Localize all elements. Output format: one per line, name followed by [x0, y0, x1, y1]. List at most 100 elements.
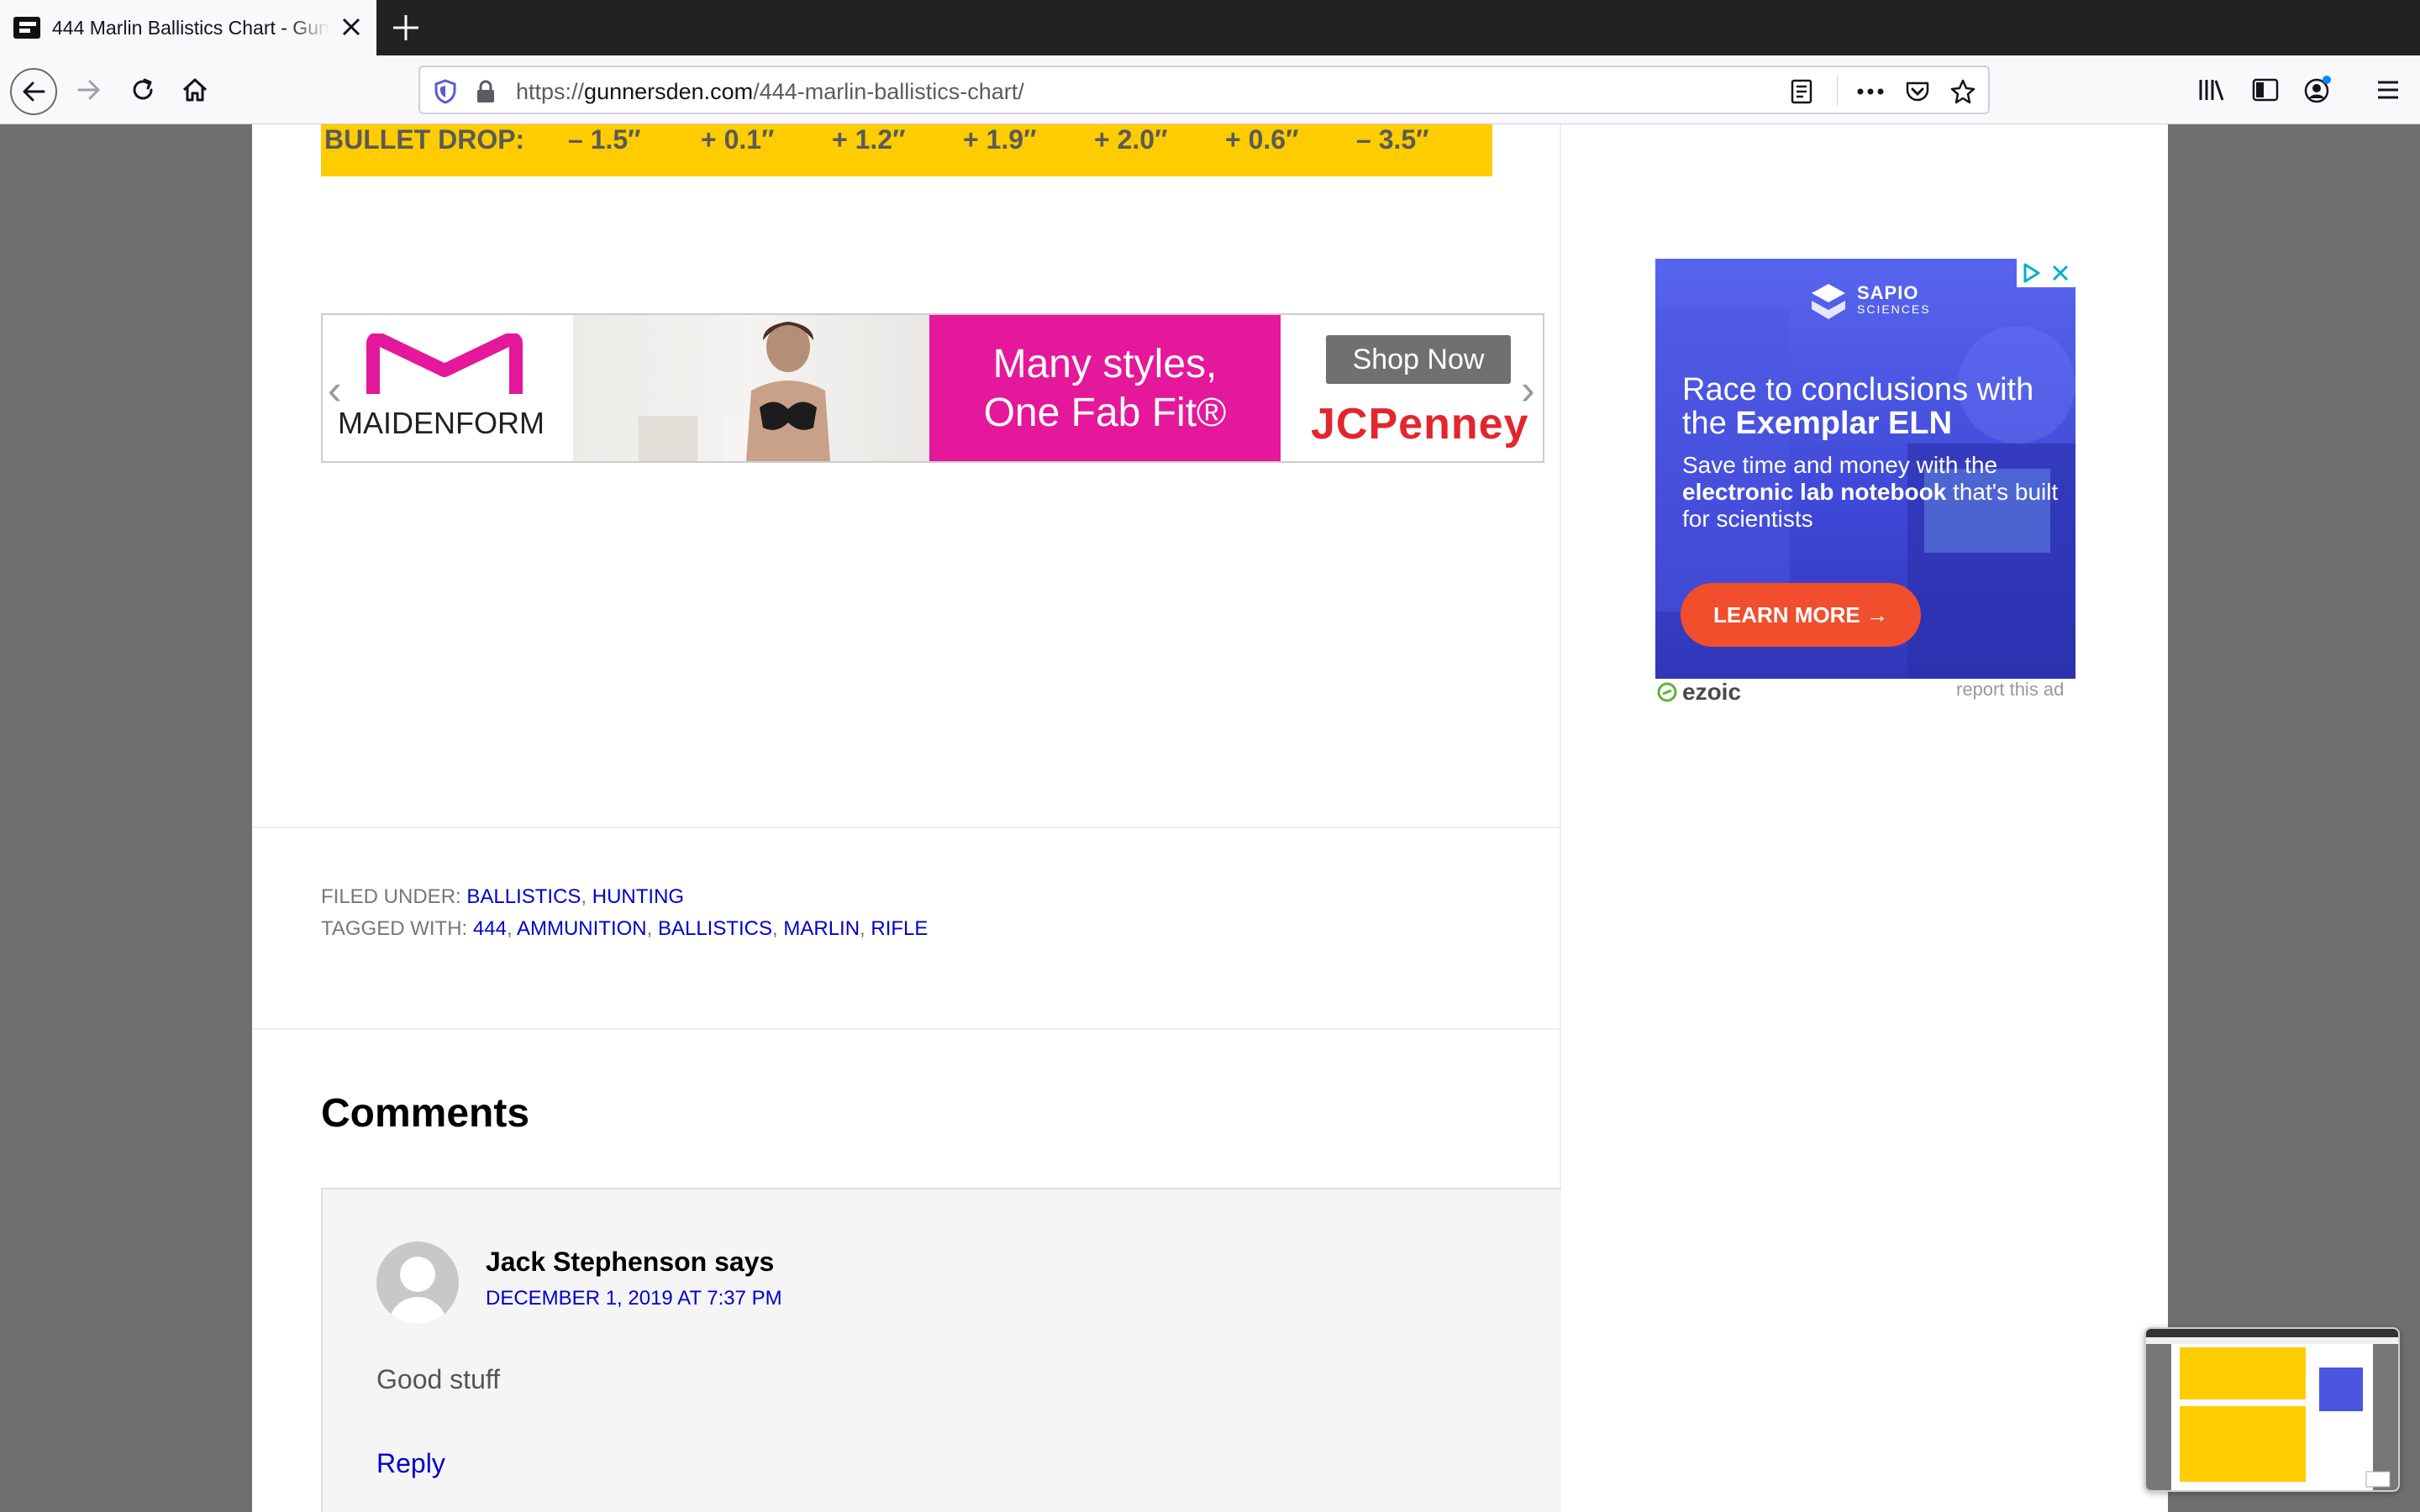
pocket-icon[interactable]	[1904, 78, 1931, 105]
section-divider	[252, 827, 1560, 828]
banner-model-photo	[573, 315, 929, 461]
bullet-drop-value: + 0.1″	[701, 124, 775, 155]
bullet-drop-row: BULLET DROP: – 1.5″ + 0.1″ + 1.2″ + 1.9″…	[321, 124, 1492, 176]
bullet-drop-label: BULLET DROP:	[324, 124, 525, 155]
tag-link[interactable]: MARLIN	[783, 917, 860, 940]
navigation-toolbar: https://gunnersden.com/444-marlin-ballis…	[0, 55, 2420, 124]
tagline-line-1: Many styles,	[992, 342, 1218, 386]
url-host: gunnersden.com	[584, 79, 754, 104]
new-tab-plus-icon[interactable]	[388, 10, 424, 45]
ezoic-label: ezoic	[1682, 679, 1742, 705]
page-actions-menu-icon[interactable]	[1857, 78, 1884, 105]
headline-emphasis: Exemplar ELN	[1735, 406, 1953, 441]
carousel-prev-chevron-icon[interactable]: ‹	[328, 365, 342, 414]
tagline-line-2: One Fab Fit®	[983, 391, 1227, 435]
tab-strip: 444 Marlin Ballistics Chart - Gunners De…	[0, 0, 2420, 55]
tagged-with-label: TAGGED WITH:	[321, 917, 468, 940]
site-favicon-icon	[13, 17, 40, 39]
jcpenney-logo: JCPenney	[1311, 400, 1529, 449]
section-divider	[252, 1028, 1560, 1030]
body-part: Save time and money with the	[1682, 452, 1998, 478]
side-ad-body: Save time and money with the electronic …	[1682, 452, 2060, 533]
menu-button[interactable]	[2366, 68, 2410, 112]
reload-button[interactable]	[121, 68, 165, 112]
close-ad-icon	[2052, 265, 2069, 281]
url-separator	[1837, 76, 1838, 106]
sidebar-icon	[2252, 78, 2279, 102]
side-ad-headline: Race to conclusions with the Exemplar EL…	[1682, 373, 2060, 440]
sapio-logo-icon	[1812, 284, 1845, 319]
banner-cta-panel: Shop Now JCPenney	[1281, 315, 1543, 461]
bullet-drop-value: + 0.6″	[1225, 124, 1299, 155]
ezoic-logo-icon	[1657, 682, 1677, 702]
filed-under-label: FILED UNDER:	[321, 885, 461, 908]
close-icon[interactable]	[336, 12, 366, 42]
bookmark-star-icon[interactable]	[1949, 78, 1976, 105]
address-bar[interactable]: https://gunnersden.com/444-marlin-ballis…	[418, 66, 1990, 114]
home-icon	[182, 78, 208, 102]
banner-tagline: Many styles, One Fab Fit®	[929, 340, 1281, 438]
tagged-with: TAGGED WITH: 444, AMMUNITION, BALLISTICS…	[321, 917, 928, 941]
carousel-next-chevron-icon[interactable]: ›	[1521, 365, 1535, 414]
tag-link[interactable]: AMMUNITION	[517, 917, 647, 940]
reply-link[interactable]: Reply	[376, 1448, 445, 1479]
report-ad-link[interactable]: report this ad	[1956, 679, 2064, 701]
comma: ,	[646, 917, 658, 940]
category-link[interactable]: HUNTING	[592, 885, 684, 908]
maidenform-logo: MAIDENFORM	[323, 315, 573, 461]
sapio-brand-sub: SCIENCES	[1857, 302, 1931, 316]
learn-more-button[interactable]: LEARN MORE →	[1681, 583, 1921, 647]
library-button[interactable]	[2190, 68, 2233, 112]
avatar	[376, 1242, 459, 1324]
adchoices-icon	[2023, 263, 2040, 283]
library-icon	[2199, 80, 2224, 101]
bullet-drop-value: – 3.5″	[1356, 124, 1429, 155]
comma: ,	[581, 885, 592, 908]
comma: ,	[506, 917, 517, 940]
banner-ad[interactable]: MAIDENFORM Many styles, One Fab Fit® Sho…	[321, 313, 1544, 463]
account-button[interactable]	[2296, 68, 2339, 112]
sapio-brand-name: SAPIO	[1857, 282, 1919, 303]
forward-button[interactable]	[67, 68, 111, 112]
url-path: /444-marlin-ballistics-chart/	[753, 79, 1024, 104]
tab-active[interactable]: 444 Marlin Ballistics Chart - Gunners De…	[0, 0, 376, 55]
banner-brand-name: MAIDENFORM	[338, 406, 544, 440]
tag-link[interactable]: RIFLE	[871, 917, 928, 940]
comment-date-link[interactable]: DECEMBER 1, 2019 AT 7:37 PM	[486, 1287, 782, 1310]
comments-heading: Comments	[321, 1091, 530, 1136]
arrow-right-icon	[77, 80, 100, 100]
bullet-drop-value: + 1.9″	[963, 124, 1037, 155]
maidenform-m-icon	[366, 333, 523, 394]
tag-link[interactable]: BALLISTICS	[658, 917, 772, 940]
arrow-left-icon	[23, 81, 45, 102]
adchoices-badge[interactable]	[2017, 259, 2075, 287]
url-scheme: https://	[516, 79, 585, 104]
filed-under: FILED UNDER: BALLISTICS, HUNTING	[321, 885, 684, 909]
tag-link[interactable]: 444	[473, 917, 507, 940]
account-icon	[2304, 76, 2331, 103]
hamburger-menu-icon	[2378, 81, 2398, 99]
bullet-drop-value: + 1.2″	[832, 124, 906, 155]
bullet-drop-value: + 2.0″	[1094, 124, 1168, 155]
screenshot-thumbnail[interactable]	[2144, 1327, 2400, 1492]
screenshot-thumbnail-preview	[2146, 1329, 2398, 1490]
comment-body: Good stuff	[376, 1364, 501, 1394]
shop-now-button[interactable]: Shop Now	[1326, 335, 1511, 384]
home-button[interactable]	[173, 68, 217, 112]
reload-icon	[133, 78, 153, 100]
comment: Jack Stephenson says DECEMBER 1, 2019 AT…	[321, 1188, 1561, 1512]
sidebar-toggle-button[interactable]	[2244, 68, 2287, 112]
back-button[interactable]	[10, 68, 57, 115]
ezoic-attribution[interactable]: ezoic	[1657, 679, 1741, 706]
tab-title: 444 Marlin Ballistics Chart - Gunners De…	[52, 17, 329, 39]
reader-view-icon[interactable]	[1788, 78, 1815, 105]
sidebar-ad[interactable]: SAPIO SCIENCES Race to conclusions with …	[1655, 259, 2075, 679]
lock-icon[interactable]	[472, 78, 499, 105]
comma: ,	[860, 917, 871, 940]
tracking-protection-shield-icon[interactable]	[432, 78, 459, 105]
category-link[interactable]: BALLISTICS	[466, 885, 581, 908]
body-emphasis: electronic lab notebook	[1682, 479, 1947, 505]
url-text[interactable]: https://gunnersden.com/444-marlin-ballis…	[516, 79, 1024, 105]
banner-tagline-panel: Many styles, One Fab Fit®	[929, 315, 1281, 461]
comma: ,	[772, 917, 784, 940]
